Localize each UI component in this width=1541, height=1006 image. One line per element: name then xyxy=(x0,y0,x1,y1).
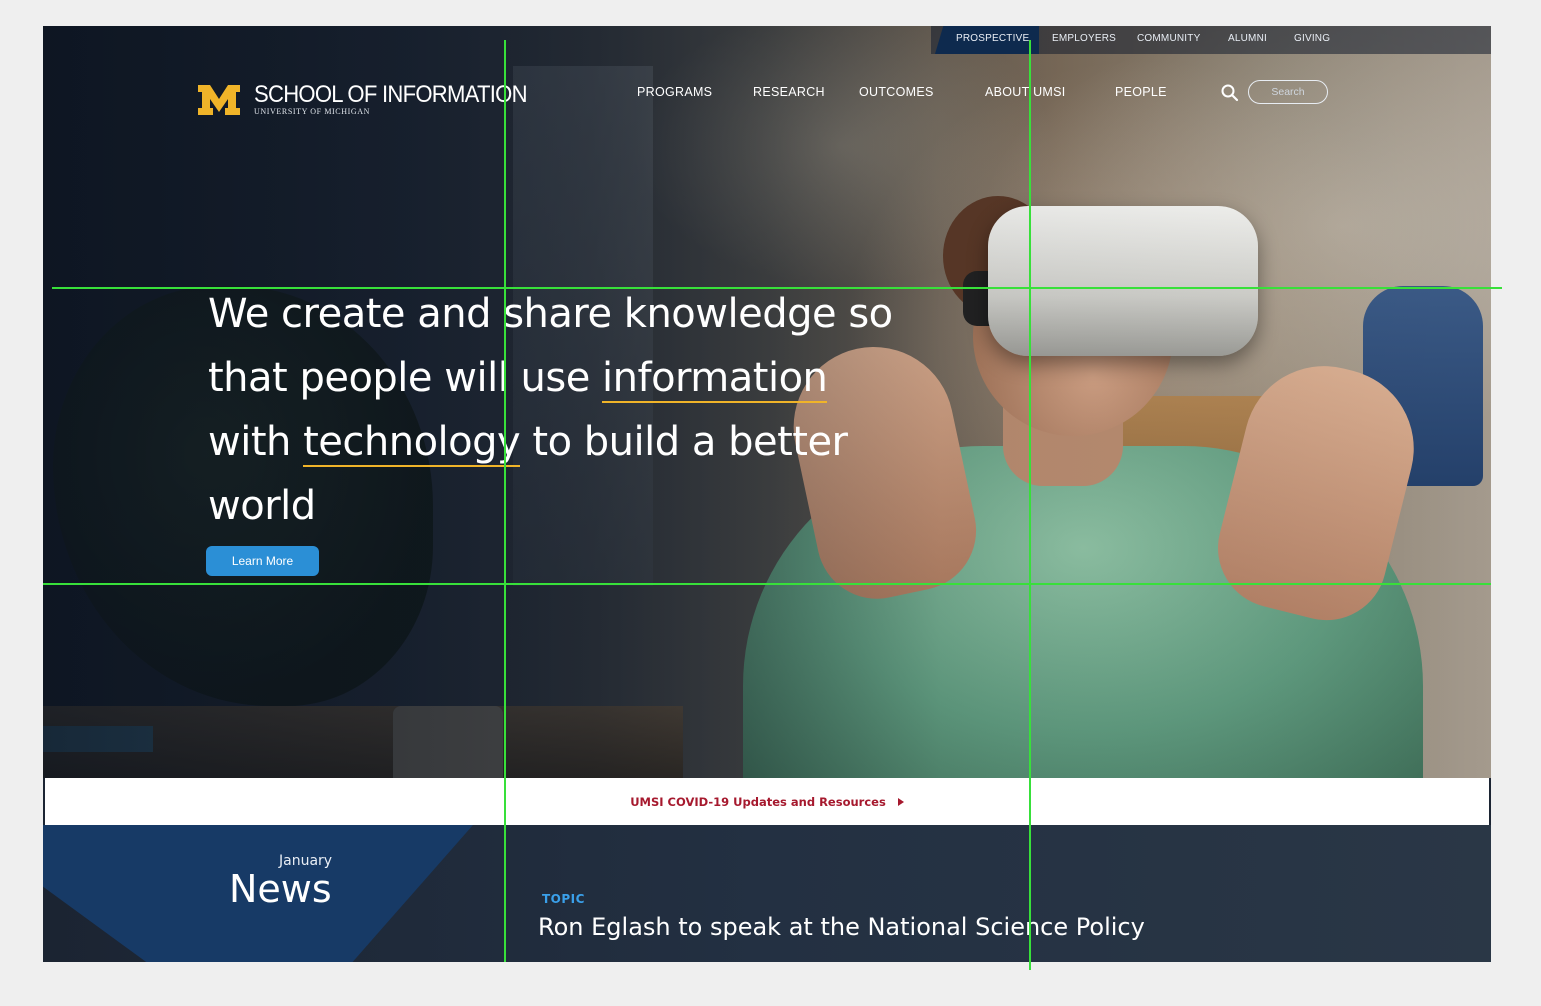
guide-vertical-right xyxy=(1029,40,1031,970)
covid-alert-link[interactable]: UMSI COVID-19 Updates and Resources xyxy=(630,795,886,809)
utility-item-alumni[interactable]: ALUMNI xyxy=(1228,33,1267,44)
hero-headline: We create and share knowledge so that pe… xyxy=(208,282,968,538)
headline-line-4: world xyxy=(208,483,316,529)
search-input[interactable] xyxy=(1248,80,1328,104)
block-m-logo-icon[interactable] xyxy=(197,84,241,116)
headline-line-2: that people will use xyxy=(208,355,603,401)
school-title[interactable]: SCHOOL OF INFORMATION xyxy=(254,81,528,109)
covid-alert-bar[interactable]: UMSI COVID-19 Updates and Resources xyxy=(45,778,1489,825)
news-topic-label[interactable]: TOPIC xyxy=(542,892,585,906)
caret-right-icon xyxy=(897,797,904,806)
search-icon[interactable] xyxy=(1220,83,1240,103)
utility-item-community[interactable]: COMMUNITY xyxy=(1137,33,1200,44)
learn-more-button[interactable]: Learn More xyxy=(206,546,319,576)
headline-line-3a: with xyxy=(208,419,304,465)
nav-programs[interactable]: PROGRAMS xyxy=(637,85,712,99)
headline-highlight-technology: technology xyxy=(303,419,521,467)
nav-research[interactable]: RESEARCH xyxy=(753,85,825,99)
headline-line-3b: to build a better xyxy=(520,419,848,465)
guide-horizontal-bottom xyxy=(43,583,1491,585)
nav-about-umsi[interactable]: ABOUT UMSI xyxy=(985,85,1066,99)
utility-item-prospective[interactable]: PROSPECTIVE xyxy=(956,33,1029,44)
university-subtitle: UNIVERSITY OF MICHIGAN xyxy=(254,107,371,116)
guide-vertical-left xyxy=(504,40,506,962)
news-heading: News xyxy=(229,867,332,911)
utility-item-giving[interactable]: GIVING xyxy=(1294,33,1330,44)
nav-people[interactable]: PEOPLE xyxy=(1115,85,1167,99)
nav-outcomes[interactable]: OUTCOMES xyxy=(859,85,934,99)
utility-item-employers[interactable]: EMPLOYERS xyxy=(1052,33,1116,44)
news-story-link[interactable]: Ron Eglash to speak at the National Scie… xyxy=(538,909,1438,945)
utility-nav: PROSPECTIVE EMPLOYERS COMMUNITY ALUMNI G… xyxy=(43,26,1491,56)
browser-frame: PROSPECTIVE EMPLOYERS COMMUNITY ALUMNI G… xyxy=(43,26,1491,962)
guide-horizontal-top xyxy=(52,287,1502,289)
headline-line-1: We create and share knowledge so xyxy=(208,291,893,337)
news-section: January News TOPIC Ron Eglash to speak a… xyxy=(43,825,1491,962)
headline-highlight-information: information xyxy=(602,355,828,403)
